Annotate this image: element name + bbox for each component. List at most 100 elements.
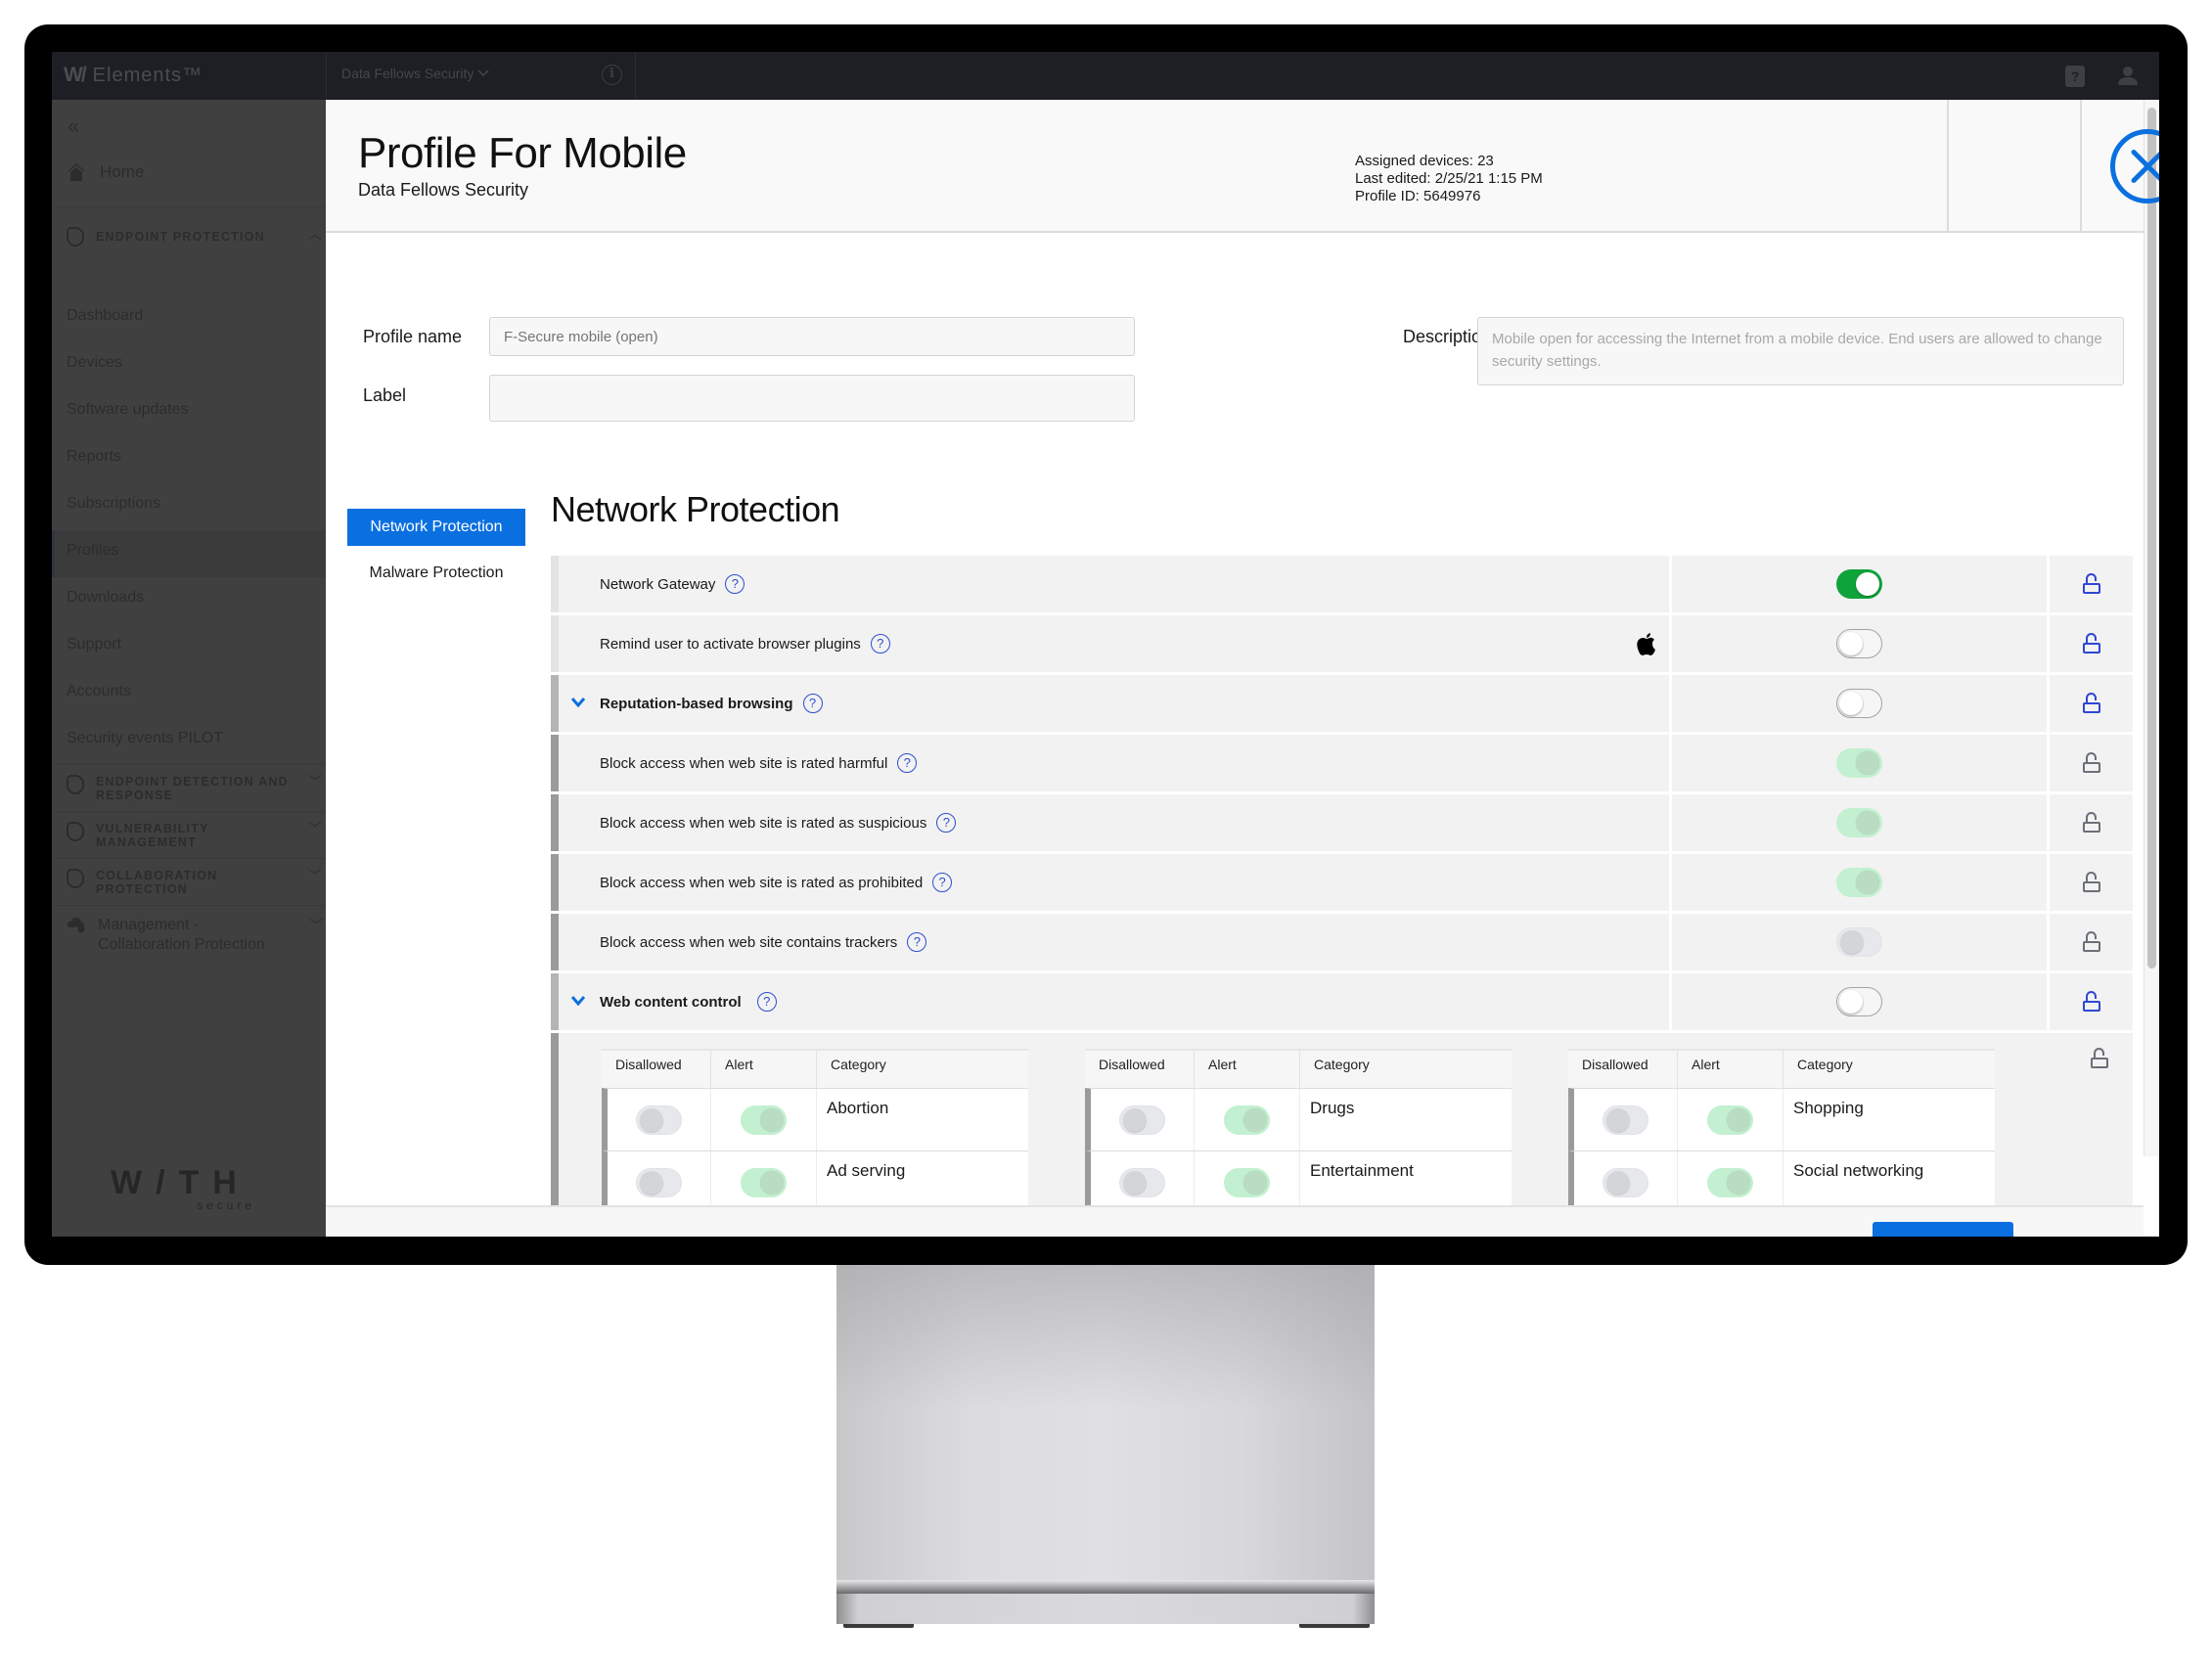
user-icon[interactable] bbox=[2117, 65, 2139, 86]
label-input[interactable] bbox=[489, 375, 1135, 422]
help-question-icon[interactable]: ? bbox=[897, 753, 918, 773]
alert-toggle[interactable] bbox=[1224, 1104, 1270, 1135]
tab-malware-protection[interactable]: Malware Protection bbox=[347, 556, 525, 591]
unlock-icon[interactable] bbox=[2082, 573, 2100, 595]
category-table-header: Disallowed Alert Category bbox=[1568, 1049, 1995, 1088]
unlock-icon[interactable] bbox=[2082, 693, 2100, 714]
info-icon[interactable]: i bbox=[602, 65, 622, 85]
chevron-down-icon[interactable] bbox=[570, 993, 586, 1009]
block-suspicious-toggle[interactable] bbox=[1836, 808, 1882, 837]
setting-toggle-cell bbox=[1672, 556, 2047, 612]
sidebar-item-profiles[interactable]: Profiles bbox=[67, 542, 118, 560]
setting-label: Block access when web site is rated as s… bbox=[600, 814, 927, 832]
web-content-control-toggle[interactable] bbox=[1836, 987, 1882, 1016]
sidebar-item-reports[interactable]: Reports bbox=[67, 448, 121, 466]
alert-toggle[interactable] bbox=[1224, 1167, 1270, 1197]
alert-toggle[interactable] bbox=[741, 1104, 787, 1135]
topbar-divider bbox=[635, 52, 636, 100]
description-input[interactable]: Mobile open for accessing the Internet f… bbox=[1477, 317, 2124, 385]
category-lock-cell bbox=[2091, 1048, 2108, 1069]
setting-row-block-trackers: Block access when web site contains trac… bbox=[551, 914, 2133, 970]
setting-lock-cell bbox=[2050, 794, 2133, 851]
block-harmful-toggle[interactable] bbox=[1836, 748, 1882, 778]
sidebar-item-home[interactable]: Home bbox=[67, 162, 144, 182]
setting-label-cell: Block access when web site is rated as p… bbox=[551, 854, 1669, 911]
sidebar-section-label: ENDPOINT PROTECTION bbox=[96, 230, 265, 244]
tab-network-protection[interactable]: Network Protection bbox=[347, 509, 525, 546]
monitor-stand bbox=[836, 1252, 1375, 1624]
sidebar-item-downloads[interactable]: Downloads bbox=[67, 589, 144, 607]
unlock-icon[interactable] bbox=[2082, 991, 2100, 1013]
category-table: Disallowed Alert Category Shopping Socia… bbox=[1568, 1049, 1995, 1213]
sidebar-item-dashboard[interactable]: Dashboard bbox=[67, 307, 143, 325]
profile-meta: Assigned devices: 23 Last edited: 2/25/2… bbox=[1355, 153, 1543, 205]
disallowed-toggle[interactable] bbox=[1119, 1167, 1165, 1197]
sidebar-section-collaboration-protection[interactable]: COLLABORATION PROTECTION ﹀ bbox=[67, 869, 323, 896]
profile-name-label: Profile name bbox=[363, 327, 463, 346]
last-edited: Last edited: 2/25/21 1:15 PM bbox=[1355, 170, 1543, 187]
close-icon[interactable] bbox=[2110, 129, 2159, 203]
help-question-icon[interactable]: ? bbox=[932, 873, 953, 892]
setting-lock-cell bbox=[2050, 973, 2133, 1030]
setting-label: Block access when web site is rated harm… bbox=[600, 754, 888, 772]
unlock-icon[interactable] bbox=[2082, 931, 2100, 953]
sidebar-item-accounts[interactable]: Accounts bbox=[67, 683, 131, 700]
sidebar-item-support[interactable]: Support bbox=[67, 636, 121, 654]
unlock-icon[interactable] bbox=[2082, 872, 2100, 893]
category-name: Abortion bbox=[827, 1099, 889, 1117]
disallowed-toggle[interactable] bbox=[1119, 1104, 1165, 1135]
unlock-icon[interactable] bbox=[2082, 812, 2100, 834]
help-question-icon[interactable]: ? bbox=[802, 694, 823, 713]
brand-logo[interactable]: W/ Elements™ bbox=[64, 63, 203, 88]
unlock-icon[interactable] bbox=[2091, 1048, 2108, 1069]
done-button[interactable]: Done bbox=[1873, 1222, 2013, 1237]
remind-plugins-toggle[interactable] bbox=[1836, 629, 1882, 658]
sidebar-item-devices[interactable]: Devices bbox=[67, 354, 122, 372]
alert-toggle[interactable] bbox=[1707, 1167, 1753, 1197]
help-question-icon[interactable]: ? bbox=[725, 574, 745, 594]
help-question-icon[interactable]: ? bbox=[936, 813, 957, 833]
withsecure-logo: W/TH secure bbox=[111, 1164, 255, 1212]
network-gateway-toggle[interactable] bbox=[1836, 569, 1882, 599]
sidebar-item-security-events[interactable]: Security events PILOT bbox=[67, 730, 223, 747]
chevron-down-icon[interactable] bbox=[570, 695, 586, 710]
sidebar-item-label: Home bbox=[100, 162, 145, 181]
disallowed-toggle[interactable] bbox=[1603, 1167, 1648, 1197]
sidebar-item-software-updates[interactable]: Software updates bbox=[67, 401, 189, 419]
setting-label: Block access when web site contains trac… bbox=[600, 933, 898, 951]
sidebar-section-edr[interactable]: ENDPOINT DETECTION AND RESPONSE ﹀ bbox=[67, 775, 323, 802]
sidebar-section-management-collaboration[interactable]: Management - Collaboration Protection ﹀ bbox=[67, 916, 323, 955]
alert-toggle[interactable] bbox=[1707, 1104, 1753, 1135]
organization-selector[interactable]: Data Fellows Security bbox=[341, 66, 489, 81]
shield-cat-icon bbox=[67, 227, 84, 247]
setting-label-cell[interactable]: Web content control? bbox=[551, 973, 1669, 1030]
profile-name-input[interactable] bbox=[489, 317, 1135, 356]
block-prohibited-toggle[interactable] bbox=[1836, 868, 1882, 897]
disallowed-toggle[interactable] bbox=[1603, 1104, 1648, 1135]
scrollbar-thumb[interactable] bbox=[2147, 108, 2156, 969]
help-icon[interactable]: ? bbox=[2065, 66, 2085, 87]
sidebar-section-endpoint-protection[interactable]: ENDPOINT PROTECTION ︿ bbox=[67, 227, 323, 247]
setting-label-cell[interactable]: Reputation-based browsing? bbox=[551, 675, 1669, 732]
apple-icon bbox=[1637, 633, 1655, 655]
sidebar-section-vulnerability-management[interactable]: VULNERABILITY MANAGEMENT ﹀ bbox=[67, 822, 323, 849]
category-name: Ad serving bbox=[827, 1161, 906, 1180]
category-name: Drugs bbox=[1310, 1099, 1355, 1117]
block-trackers-toggle[interactable] bbox=[1836, 927, 1882, 957]
setting-row-remind-browser-plugins: Remind user to activate browser plugins? bbox=[551, 615, 2133, 672]
disallowed-toggle[interactable] bbox=[636, 1167, 682, 1197]
sidebar-item-subscriptions[interactable]: Subscriptions bbox=[67, 495, 160, 513]
sidebar-section-label: Management - Collaboration Protection bbox=[98, 917, 265, 953]
help-question-icon[interactable]: ? bbox=[756, 992, 777, 1012]
disallowed-toggle[interactable] bbox=[636, 1104, 682, 1135]
alert-toggle[interactable] bbox=[741, 1167, 787, 1197]
collapse-sidebar-icon[interactable]: « bbox=[68, 113, 79, 139]
reputation-browsing-toggle[interactable] bbox=[1836, 689, 1882, 718]
unlock-icon[interactable] bbox=[2082, 633, 2100, 654]
help-question-icon[interactable]: ? bbox=[907, 932, 927, 952]
setting-label-cell: Block access when web site is rated harm… bbox=[551, 735, 1669, 791]
column-header-category: Category bbox=[831, 1057, 886, 1072]
help-question-icon[interactable]: ? bbox=[870, 634, 890, 654]
unlock-icon[interactable] bbox=[2082, 752, 2100, 774]
setting-label-cell: Block access when web site is rated as s… bbox=[551, 794, 1669, 851]
